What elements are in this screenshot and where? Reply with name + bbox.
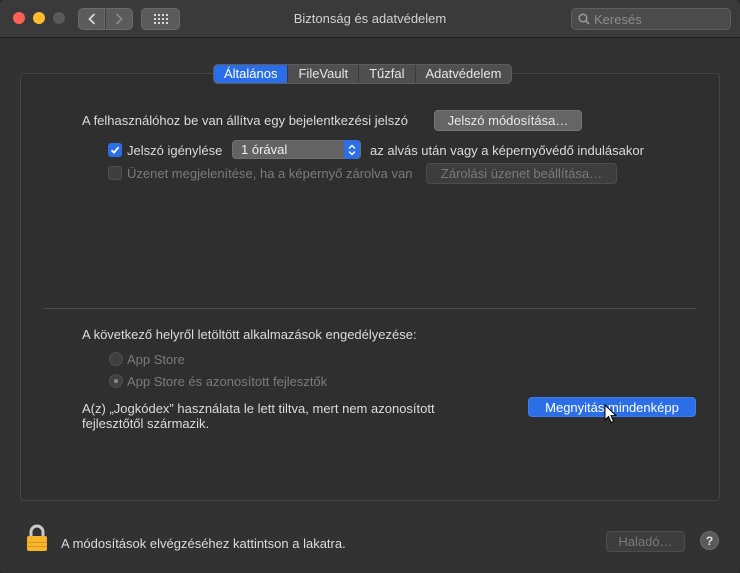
radio-app-store-label: App Store xyxy=(127,352,185,367)
show-message-label: Üzenet megjelenítése, ha a képernyő záro… xyxy=(127,166,413,181)
blocked-app-message-line1: A(z) „Jogkódex” használata le lett tiltv… xyxy=(82,401,435,416)
help-button[interactable]: ? xyxy=(700,531,719,550)
mouse-cursor-icon xyxy=(604,404,618,424)
preferences-window: Biztonság és adatvédelem Általános FileV… xyxy=(0,0,740,573)
show-message-checkbox[interactable] xyxy=(108,166,122,180)
general-panel xyxy=(20,73,720,501)
lock-instruction-text: A módosítások elvégzéséhez kattintson a … xyxy=(61,536,346,551)
require-password-checkbox[interactable] xyxy=(108,143,122,157)
allow-downloads-heading: A következő helyről letöltött alkalmazás… xyxy=(82,327,417,342)
tab-firewall[interactable]: Tűzfal xyxy=(359,65,416,83)
require-password-suffix: az alvás után vagy a képernyővédő indulá… xyxy=(370,143,644,158)
title-bar: Biztonság és adatvédelem xyxy=(0,0,740,38)
set-lock-message-button[interactable]: Zárolási üzenet beállítása… xyxy=(426,163,617,184)
tab-filevault[interactable]: FileVault xyxy=(288,65,360,83)
password-set-text: A felhasználóhoz be van állítva egy beje… xyxy=(82,113,408,128)
search-input[interactable] xyxy=(594,11,724,27)
tab-bar: Általános FileVault Tűzfal Adatvédelem xyxy=(213,64,513,84)
radio-app-store[interactable] xyxy=(109,352,123,366)
blocked-app-message-line2: fejlesztőtől származik. xyxy=(82,416,210,431)
updown-arrows-icon xyxy=(344,140,360,159)
change-password-button[interactable]: Jelszó módosítása… xyxy=(434,110,582,131)
tab-privacy[interactable]: Adatvédelem xyxy=(416,65,512,83)
checkmark-icon xyxy=(110,146,120,154)
advanced-button[interactable]: Haladó… xyxy=(606,531,685,552)
search-icon xyxy=(578,13,590,25)
section-divider xyxy=(43,308,696,309)
require-password-delay-select[interactable]: 1 órával xyxy=(232,140,361,159)
search-field[interactable] xyxy=(571,8,731,30)
lock-icon[interactable] xyxy=(26,524,48,552)
radio-app-store-identified-label: App Store és azonosított fejlesztők xyxy=(127,374,328,389)
tab-general[interactable]: Általános xyxy=(214,65,289,83)
radio-selected-dot xyxy=(114,379,118,383)
require-password-delay-value: 1 órával xyxy=(241,142,288,157)
require-password-label: Jelszó igénylése xyxy=(127,143,223,158)
radio-app-store-identified[interactable] xyxy=(109,374,123,388)
